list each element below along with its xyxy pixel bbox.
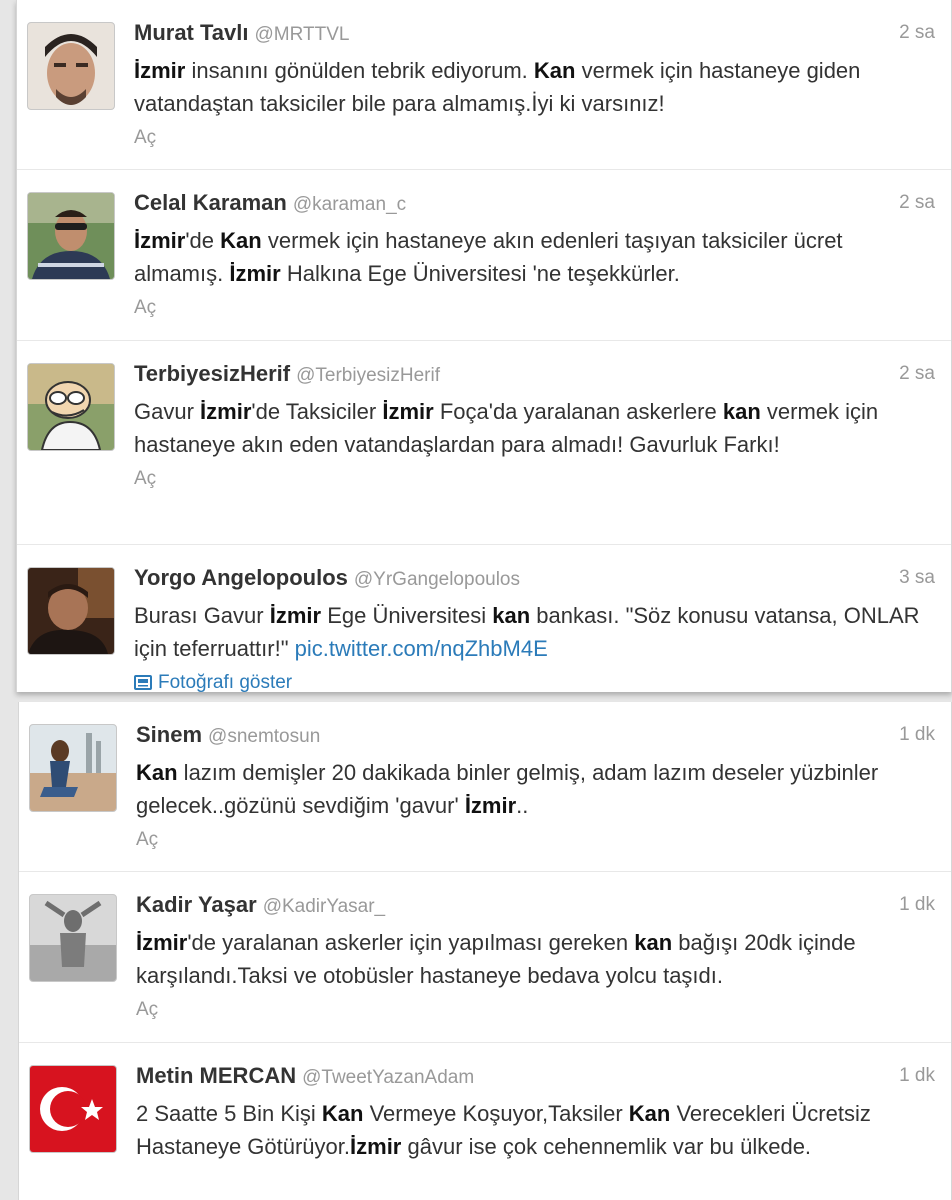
timeline-panel-bottom: Sinem @snemtosun 1 dk Kan lazım demişler … (18, 702, 952, 1200)
tweet-text: Burası Gavur İzmir Ege Üniversitesi kan … (134, 599, 935, 665)
highlighted-keyword: İzmir (134, 58, 186, 83)
author-name[interactable]: Metin MERCAN (136, 1063, 296, 1088)
tweet-text-segment: insanını gönülden tebrik ediyorum. (185, 58, 534, 83)
avatar[interactable] (27, 22, 115, 110)
highlighted-keyword: İzmir (200, 399, 252, 424)
author-handle[interactable]: @TweetYazanAdam (302, 1067, 474, 1088)
tweet-text: Kan lazım demişler 20 dakikada binler ge… (136, 756, 935, 822)
avatar[interactable] (27, 363, 115, 451)
expand-link[interactable]: Aç (134, 467, 935, 491)
highlighted-keyword: İzmir (382, 399, 434, 424)
tweet-time[interactable]: 2 sa (899, 191, 935, 215)
tweet-link[interactable]: pic.twitter.com/nqZhbM4E (295, 636, 548, 661)
highlighted-keyword: Kan (533, 58, 576, 83)
expand-link[interactable]: Aç (134, 296, 935, 320)
author-handle[interactable]: @YrGangelopoulos (354, 569, 520, 590)
expand-link[interactable]: Aç (136, 828, 935, 852)
highlighted-keyword: Kan (220, 228, 262, 253)
tweet-item[interactable]: Yorgo Angelopoulos @YrGangelopoulos 3 sa … (17, 545, 951, 692)
author-handle[interactable]: @KadirYasar_ (263, 896, 385, 917)
tweet-item[interactable]: TerbiyesizHerif @TerbiyesizHerif 2 sa Gav… (17, 341, 951, 545)
tweet-text: 2 Saatte 5 Bin Kişi Kan Vermeye Koşuyor,… (136, 1097, 935, 1163)
tweet-text: Gavur İzmir'de Taksiciler İzmir Foça'da … (134, 395, 935, 461)
tweet-time[interactable]: 1 dk (899, 893, 935, 917)
tweet-text-segment: Halkına Ege Üniversitesi 'ne teşekkürler… (280, 261, 680, 286)
tweet-time[interactable]: 1 dk (899, 1064, 935, 1088)
tweet-text: İzmir'de Kan vermek için hastaneye akın … (134, 224, 935, 290)
author-name[interactable]: Celal Karaman (134, 190, 287, 215)
tweet-text-segment: 'de yaralanan askerler için yapılması ge… (187, 930, 635, 955)
tweet-text-segment: 'de (185, 228, 221, 253)
tweet-text-segment: Gavur (134, 399, 201, 424)
author-name[interactable]: Murat Tavlı (134, 20, 249, 45)
avatar[interactable] (27, 192, 115, 280)
highlighted-keyword: İzmir (464, 793, 517, 818)
highlighted-keyword: İzmir (350, 1134, 402, 1159)
photo-icon (134, 673, 152, 692)
tweet-text-segment: gâvur ise çok cehennemlik var bu ülkede. (401, 1134, 812, 1159)
tweet-item[interactable]: Celal Karaman @karaman_c 2 sa İzmir'de Ka… (17, 170, 951, 341)
tweet-time[interactable]: 2 sa (899, 362, 935, 386)
highlighted-keyword: kan (634, 930, 673, 955)
tweet-text-segment: Foça'da yaralanan askerlere (433, 399, 723, 424)
tweet-text-segment: Vermeye Koşuyor,Taksiler (363, 1101, 629, 1126)
tweet-time[interactable]: 3 sa (899, 566, 935, 590)
author-name[interactable]: Sinem (136, 722, 202, 747)
tweet-item[interactable]: Metin MERCAN @TweetYazanAdam 1 dk 2 Saatt… (19, 1043, 951, 1200)
tweet-text-segment: 2 Saatte 5 Bin Kişi (136, 1101, 322, 1126)
tweet-item[interactable]: Kadir Yaşar @KadirYasar_ 1 dk İzmir'de ya… (19, 872, 951, 1043)
avatar[interactable] (29, 724, 117, 812)
highlighted-keyword: kan (722, 399, 761, 424)
tweet-text-segment: .. (516, 793, 529, 818)
tweet-text: İzmir'de yaralanan askerler için yapılma… (136, 926, 935, 992)
tweet-time[interactable]: 1 dk (899, 723, 935, 747)
tweet-text: İzmir insanını gönülden tebrik ediyorum.… (134, 54, 935, 120)
tweet-time[interactable]: 2 sa (899, 21, 935, 45)
author-name[interactable]: Kadir Yaşar (136, 892, 257, 917)
tweet-item[interactable]: Sinem @snemtosun 1 dk Kan lazım demişler … (19, 702, 951, 872)
avatar[interactable] (29, 894, 117, 982)
highlighted-keyword: Kan (136, 760, 178, 785)
author-name[interactable]: Yorgo Angelopoulos (134, 565, 348, 590)
show-photo-link[interactable]: Fotoğrafı göster (134, 671, 935, 692)
highlighted-keyword: İzmir (229, 261, 281, 286)
tweet-text-segment: Burası Gavur (134, 603, 270, 628)
author-name[interactable]: TerbiyesizHerif (134, 361, 290, 386)
highlighted-keyword: İzmir (134, 228, 186, 253)
author-handle[interactable]: @TerbiyesizHerif (296, 365, 440, 386)
tweet-item[interactable]: Murat Tavlı @MRTTVL 2 sa İzmir insanını g… (17, 0, 951, 170)
author-handle[interactable]: @MRTTVL (255, 24, 350, 45)
avatar[interactable] (29, 1065, 117, 1153)
highlighted-keyword: İzmir (136, 930, 188, 955)
expand-link[interactable]: Aç (136, 998, 935, 1022)
highlighted-keyword: İzmir (269, 603, 322, 628)
tweet-text-segment: Ege Üniversitesi (321, 603, 493, 628)
highlighted-keyword: Kan (321, 1101, 364, 1126)
highlighted-keyword: kan (492, 603, 531, 628)
timeline-panel-top: Murat Tavlı @MRTTVL 2 sa İzmir insanını g… (16, 0, 952, 692)
tweet-text-segment: 'de Taksiciler (251, 399, 383, 424)
author-handle[interactable]: @karaman_c (293, 194, 406, 215)
author-handle[interactable]: @snemtosun (208, 726, 320, 747)
avatar[interactable] (27, 567, 115, 655)
show-photo-label[interactable]: Fotoğrafı göster (158, 672, 292, 692)
expand-link[interactable]: Aç (134, 126, 935, 150)
highlighted-keyword: Kan (628, 1101, 671, 1126)
